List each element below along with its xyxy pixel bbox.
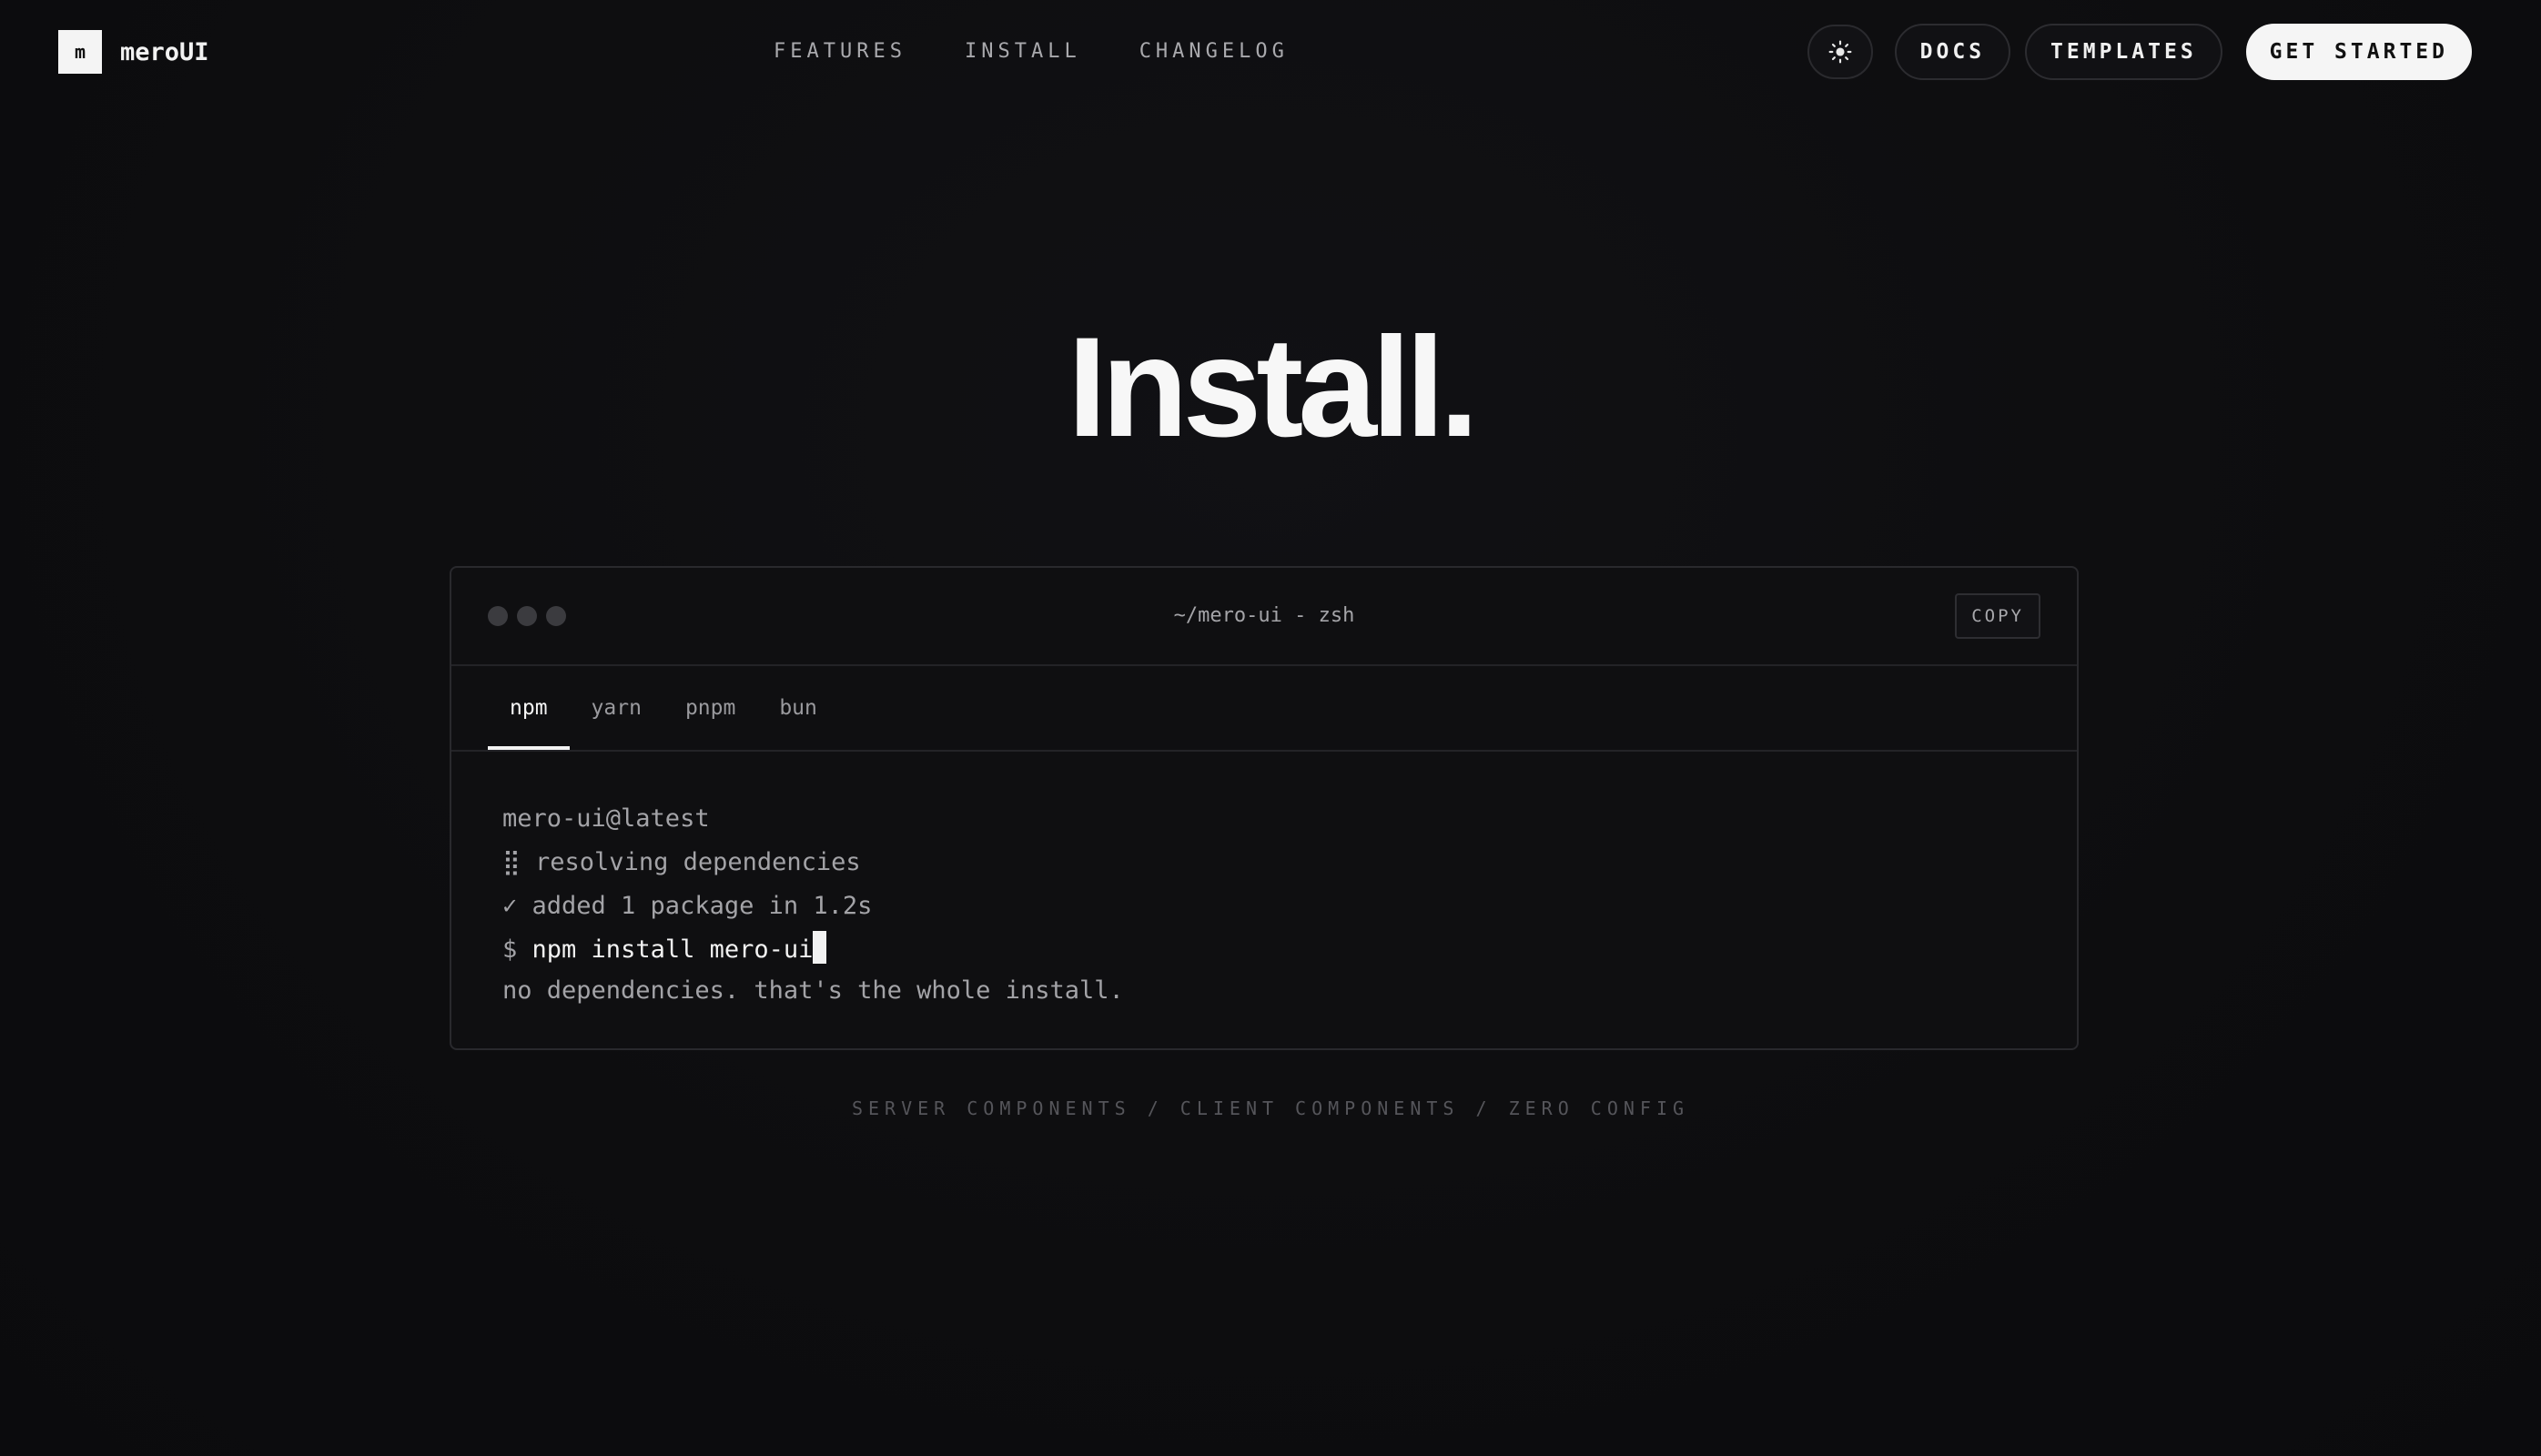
output-line-package: mero-ui@latest (502, 804, 710, 833)
prompt-symbol: $ (502, 935, 518, 964)
copy-button[interactable]: COPY (1955, 593, 2040, 639)
feature-tagline: SERVER COMPONENTS / CLIENT COMPONENTS / … (851, 1097, 1690, 1119)
get-started-button[interactable]: GET STARTED (2245, 24, 2472, 80)
nav-link-changelog[interactable]: CHANGELOG (1139, 40, 1289, 63)
brand-mark: m (58, 30, 102, 74)
output-line-resolving: ⣿ resolving dependencies (502, 848, 861, 876)
output-line-note: no dependencies. that's the whole instal… (502, 976, 1124, 1005)
theme-toggle-button[interactable] (1807, 25, 1873, 79)
output-line-added: ✓ added 1 package in 1.2s (502, 892, 873, 920)
sun-icon (1828, 40, 1852, 64)
brand-name: meroUI (120, 37, 209, 66)
brand-logo[interactable]: m meroUI (58, 30, 209, 74)
nav-link-install[interactable]: INSTALL (965, 40, 1081, 63)
terminal-output: mero-ui@latest ⣿ resolving dependencies … (502, 797, 1124, 1010)
tab-yarn[interactable]: yarn (570, 666, 663, 750)
terminal-window: ~/mero-ui - zsh COPY npm yarn pnpm bun m… (450, 566, 2079, 1050)
terminal-title: ~/mero-ui - zsh (1173, 604, 1355, 627)
tab-pnpm[interactable]: pnpm (663, 666, 757, 750)
nav-link-features[interactable]: FEATURES (774, 40, 906, 63)
templates-button[interactable]: TEMPLATES (2025, 24, 2222, 80)
nav-links: FEATURES INSTALL CHANGELOG (774, 40, 1347, 63)
terminal-header: ~/mero-ui - zsh COPY (451, 568, 2077, 666)
command-text: npm install mero-ui (531, 935, 814, 964)
page-title: Install. (1067, 308, 1479, 467)
docs-button[interactable]: DOCS (1894, 24, 2011, 80)
top-nav: m meroUI FEATURES INSTALL CHANGELOG DOCS… (0, 0, 2541, 106)
nav-actions: DOCS TEMPLATES GET STARTED (1807, 24, 2472, 80)
text-cursor (813, 931, 827, 964)
package-manager-tabs: npm yarn pnpm bun (451, 666, 2077, 752)
tab-npm[interactable]: npm (488, 666, 570, 750)
command-line: $ npm install mero-ui (502, 928, 1124, 972)
tab-bun[interactable]: bun (757, 666, 839, 750)
